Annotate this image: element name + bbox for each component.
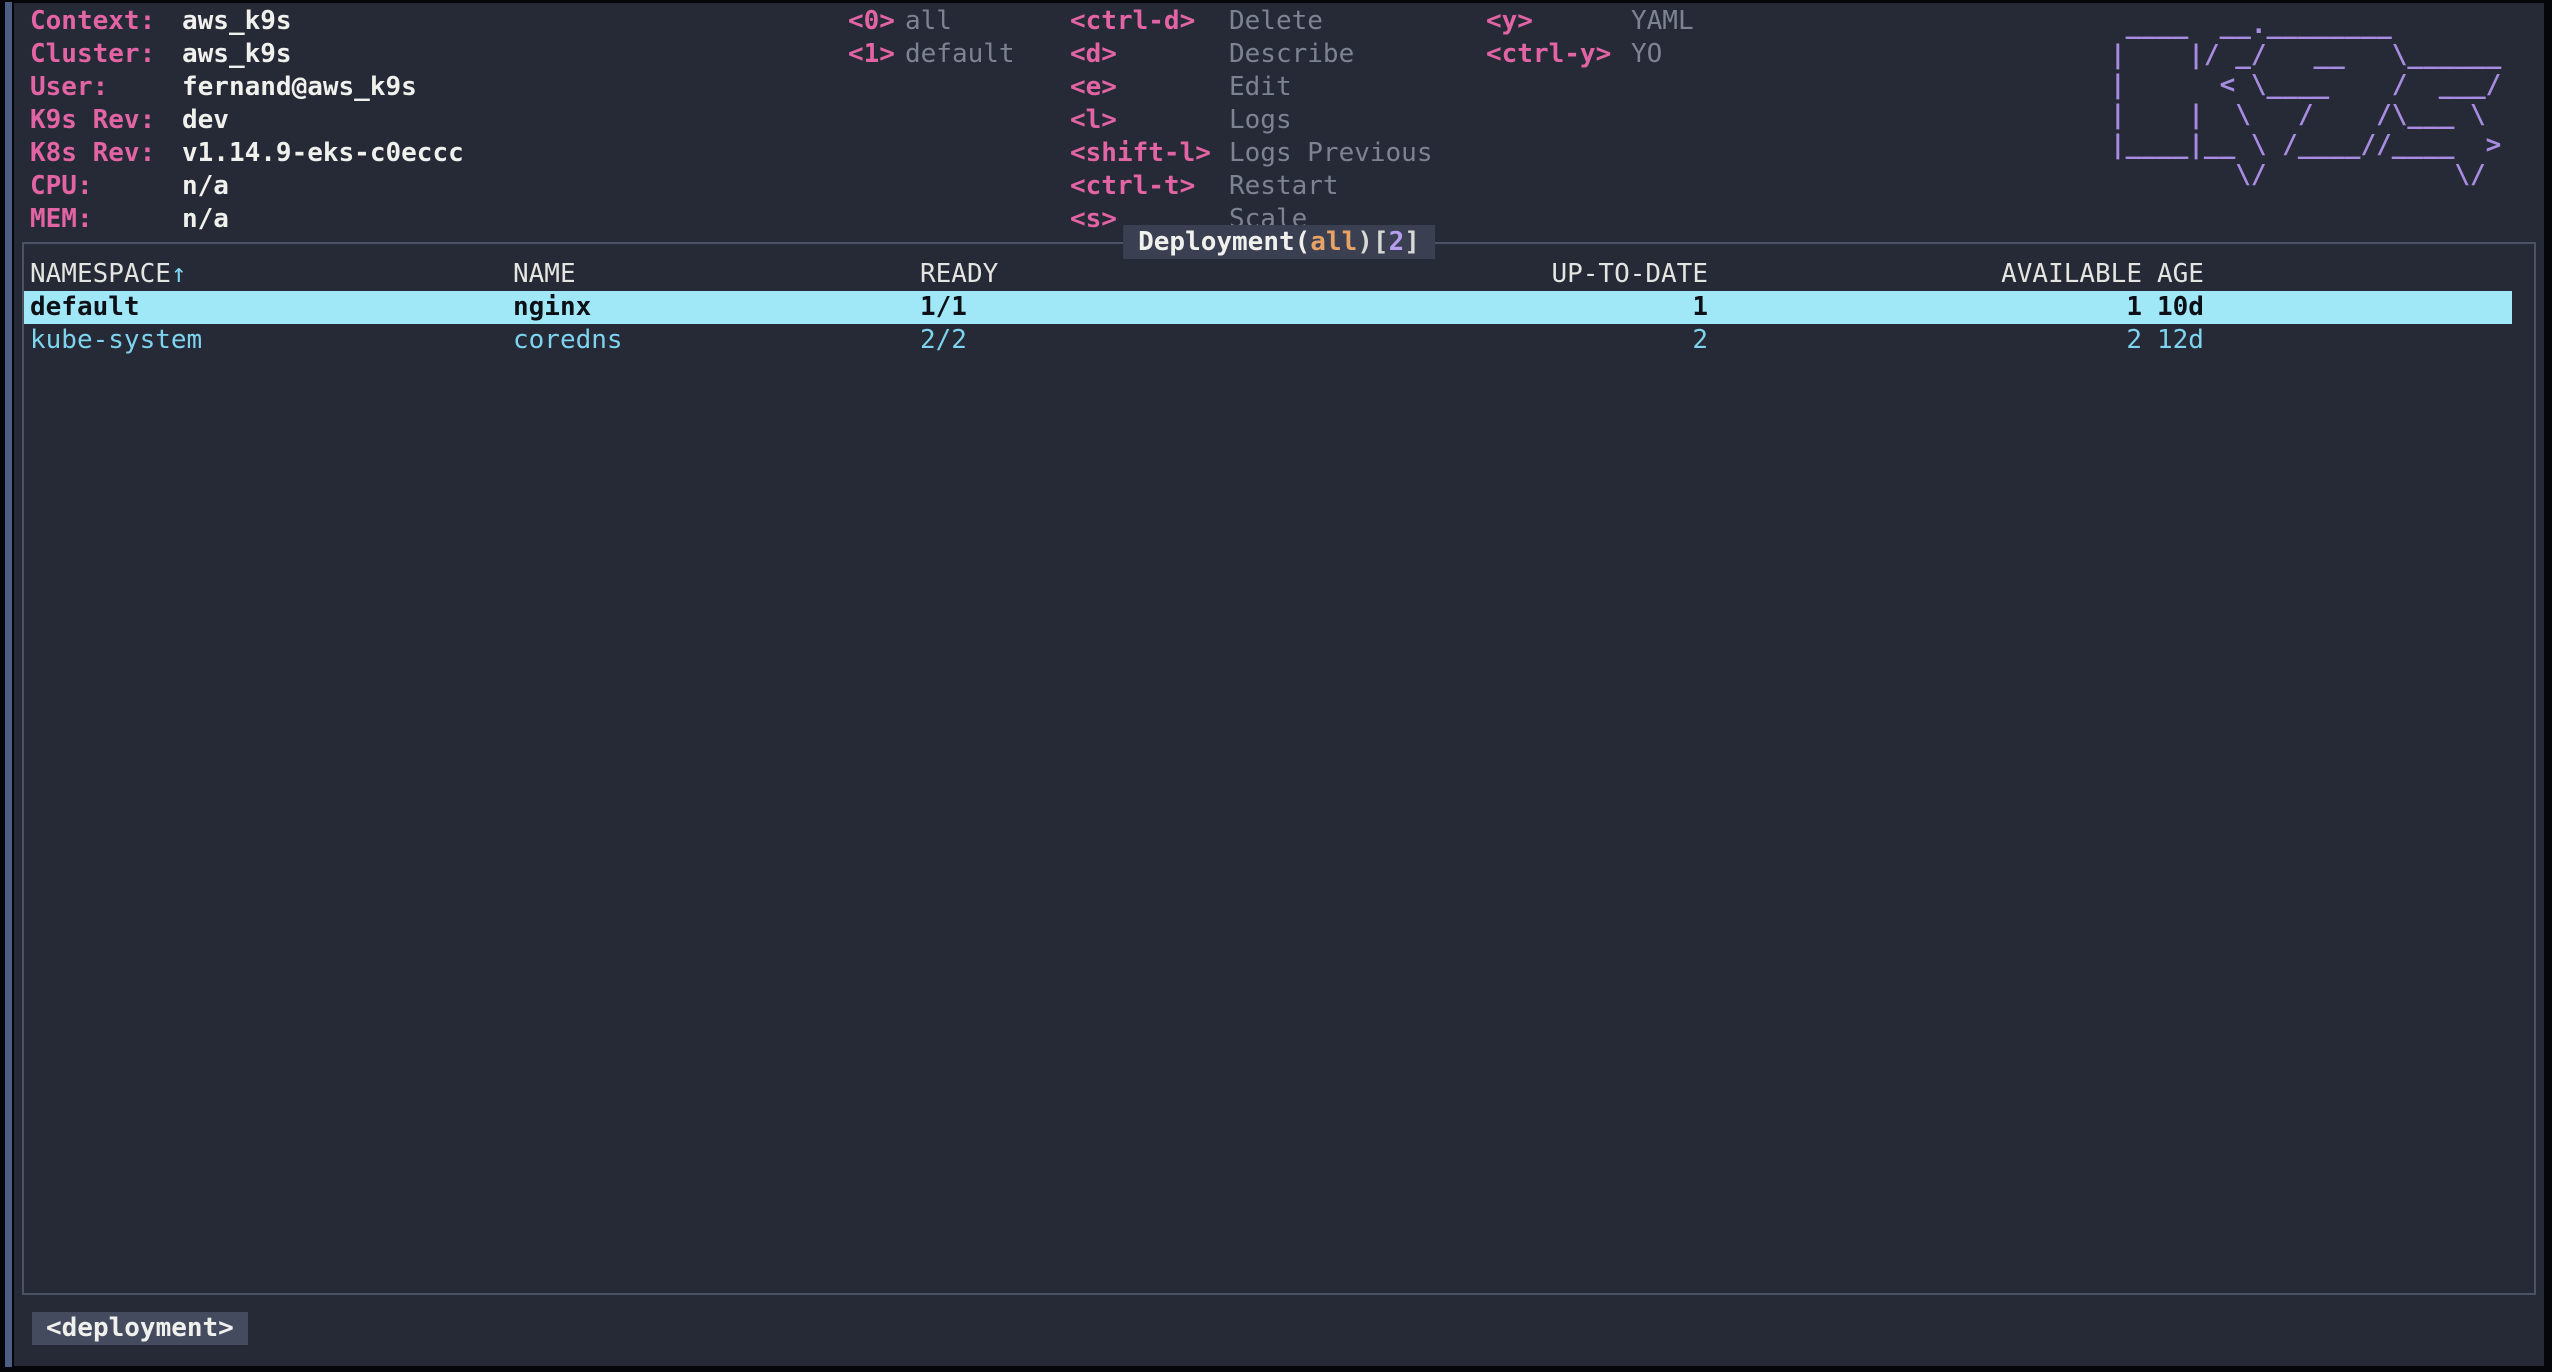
panel-title-punct: )[ xyxy=(1357,227,1388,257)
cell-available: 2 xyxy=(1708,324,2142,357)
cell-namespace: default xyxy=(24,291,513,324)
cell-available: 1 xyxy=(1708,291,2142,324)
info-value: dev xyxy=(182,105,229,135)
info-row-cluster: Cluster:aws_k9s xyxy=(30,38,464,71)
breadcrumb-deployment: <deployment> xyxy=(32,1312,248,1345)
hotkey-edit: <e>Edit xyxy=(1070,71,1433,104)
hotkey-yaml: <y>YAML xyxy=(1486,5,1694,38)
window-left-stripe xyxy=(5,2,12,1367)
hotkey-label: YAML xyxy=(1631,6,1694,36)
cell-up-to-date: 1 xyxy=(1548,291,1708,324)
hotkey-restart: <ctrl-t>Restart xyxy=(1070,170,1433,203)
hotkey-key: <ctrl-y> xyxy=(1486,38,1631,71)
info-row-mem: MEM:n/a xyxy=(30,203,464,236)
info-value: fernand@aws_k9s xyxy=(182,72,417,102)
table-header-row: NAMESPACE↑ NAME READY UP-TO-DATE AVAILAB… xyxy=(24,258,2512,291)
logo-line: \/ \/ xyxy=(2110,160,2501,190)
hotkey-key: <d> xyxy=(1070,38,1229,71)
panel-title-count: 2 xyxy=(1389,227,1405,257)
hotkey-key: <ctrl-t> xyxy=(1070,170,1229,203)
hotkey-label: Edit xyxy=(1229,72,1292,102)
info-label: K9s Rev: xyxy=(30,104,182,137)
terminal-screen: Context:aws_k9s Cluster:aws_k9s User:fer… xyxy=(0,0,2552,1372)
hotkey-key: <e> xyxy=(1070,71,1229,104)
hotkey-label: default xyxy=(905,39,1015,69)
panel-title-namespace: all xyxy=(1310,227,1357,257)
col-namespace-label: NAMESPACE xyxy=(30,259,171,289)
hotkey-key: <ctrl-d> xyxy=(1070,5,1229,38)
hotkey-key: <1> xyxy=(848,38,905,71)
hotkey-label: Describe xyxy=(1229,39,1354,69)
info-label: Context: xyxy=(30,5,182,38)
info-label: MEM: xyxy=(30,203,182,236)
hotkey-key: <0> xyxy=(848,5,905,38)
info-value: n/a xyxy=(182,204,229,234)
k9s-ascii-logo: ____ __.________ | |/ _/ __ \______ | < … xyxy=(2110,10,2501,190)
hotkey-delete: <ctrl-d>Delete xyxy=(1070,5,1433,38)
hotkey-yo: <ctrl-y>YO xyxy=(1486,38,1694,71)
info-label: Cluster: xyxy=(30,38,182,71)
action-hotkeys: <ctrl-d>Delete <d>Describe <e>Edit <l>Lo… xyxy=(1070,5,1433,236)
info-value: aws_k9s xyxy=(182,6,292,36)
hotkey-key: <l> xyxy=(1070,104,1229,137)
info-row-k8s-rev: K8s Rev:v1.14.9-eks-c0eccc xyxy=(30,137,464,170)
logo-line: | | \ / /\___ \ xyxy=(2110,100,2501,130)
logo-line: ____ __.________ xyxy=(2110,10,2501,40)
panel-title-close: ] xyxy=(1404,227,1420,257)
hotkey-label: all xyxy=(905,6,952,36)
logo-line: |____|__ \ /____//____ > xyxy=(2110,130,2501,160)
col-ready: READY xyxy=(920,258,1548,291)
deployments-panel-border xyxy=(22,242,2536,1295)
logo-line: | |/ _/ __ \______ xyxy=(2110,40,2501,70)
info-value: v1.14.9-eks-c0eccc xyxy=(182,138,464,168)
info-row-user: User:fernand@aws_k9s xyxy=(30,71,464,104)
hotkey-key: <y> xyxy=(1486,5,1631,38)
col-age: AGE xyxy=(2142,258,2512,291)
info-row-k9s-rev: K9s Rev:dev xyxy=(30,104,464,137)
hotkey-label: Restart xyxy=(1229,171,1339,201)
cell-ready: 1/1 xyxy=(920,291,1548,324)
hotkey-describe: <d>Describe xyxy=(1070,38,1433,71)
cell-name: coredns xyxy=(513,324,920,357)
info-value: n/a xyxy=(182,171,229,201)
cell-ready: 2/2 xyxy=(920,324,1548,357)
table-row-default-nginx[interactable]: default nginx 1/1 1 1 10d xyxy=(24,291,2512,324)
cell-up-to-date: 2 xyxy=(1548,324,1708,357)
table-row-kube-system-coredns[interactable]: kube-system coredns 2/2 2 2 12d xyxy=(24,324,2512,357)
cluster-info: Context:aws_k9s Cluster:aws_k9s User:fer… xyxy=(30,5,464,236)
hotkey-label: YO xyxy=(1631,39,1662,69)
hotkey-label: Delete xyxy=(1229,6,1323,36)
info-label: CPU: xyxy=(30,170,182,203)
logo-line: | < \____ / ___/ xyxy=(2110,70,2501,100)
info-row-context: Context:aws_k9s xyxy=(30,5,464,38)
col-namespace: NAMESPACE↑ xyxy=(24,258,513,291)
hotkey-label: Logs Previous xyxy=(1229,138,1433,168)
hotkey-label: Logs xyxy=(1229,105,1292,135)
yaml-hotkeys: <y>YAML <ctrl-y>YO xyxy=(1486,5,1694,71)
cell-name: nginx xyxy=(513,291,920,324)
sort-arrow-icon: ↑ xyxy=(171,259,187,289)
panel-title: Deployment(all)[2] xyxy=(1123,225,1435,259)
cell-age: 10d xyxy=(2142,291,2512,324)
cell-namespace: kube-system xyxy=(24,324,513,357)
hotkey-logs: <l>Logs xyxy=(1070,104,1433,137)
col-up-to-date: UP-TO-DATE xyxy=(1548,258,1708,291)
window-edge-top xyxy=(0,0,2552,3)
col-available: AVAILABLE xyxy=(1708,258,2142,291)
window-edge-right xyxy=(2544,0,2552,1372)
hotkey-all: <0>all xyxy=(848,5,1015,38)
info-row-cpu: CPU:n/a xyxy=(30,170,464,203)
hotkey-default: <1>default xyxy=(848,38,1015,71)
info-label: User: xyxy=(30,71,182,104)
cell-age: 12d xyxy=(2142,324,2512,357)
namespace-hotkeys: <0>all <1>default xyxy=(848,5,1015,71)
col-name: NAME xyxy=(513,258,920,291)
info-label: K8s Rev: xyxy=(30,137,182,170)
panel-title-resource: Deployment( xyxy=(1138,227,1310,257)
info-value: aws_k9s xyxy=(182,39,292,69)
window-edge-bottom xyxy=(0,1366,2552,1372)
hotkey-key: <shift-l> xyxy=(1070,137,1229,170)
hotkey-logs-previous: <shift-l>Logs Previous xyxy=(1070,137,1433,170)
